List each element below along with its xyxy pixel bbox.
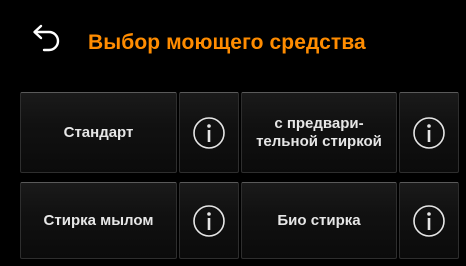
program-label: Стандарт (63, 123, 134, 141)
back-button[interactable] (28, 24, 72, 60)
program-label: Стирка мылом (43, 211, 154, 229)
program-label: Био стирка (277, 211, 361, 229)
info-button-soap[interactable] (179, 182, 239, 259)
info-button-bio[interactable] (399, 182, 459, 259)
info-icon (413, 116, 445, 149)
page-title: Выбор моющего средства (88, 31, 366, 54)
program-button-bio[interactable]: Био стирка (241, 182, 397, 259)
back-arrow-icon (33, 24, 60, 52)
info-button-standard[interactable] (179, 92, 239, 173)
program-button-prewash[interactable]: с предвари- тельной стиркой (241, 92, 397, 173)
info-button-prewash[interactable] (399, 92, 459, 173)
program-button-soap[interactable]: Стирка мылом (20, 182, 177, 259)
program-label: с предвари- тельной стиркой (256, 114, 382, 150)
info-icon (193, 204, 225, 237)
header: Выбор моющего средства (0, 0, 466, 80)
program-button-standard[interactable]: Стандарт (20, 92, 177, 173)
info-icon (193, 116, 225, 149)
info-icon (413, 204, 445, 237)
